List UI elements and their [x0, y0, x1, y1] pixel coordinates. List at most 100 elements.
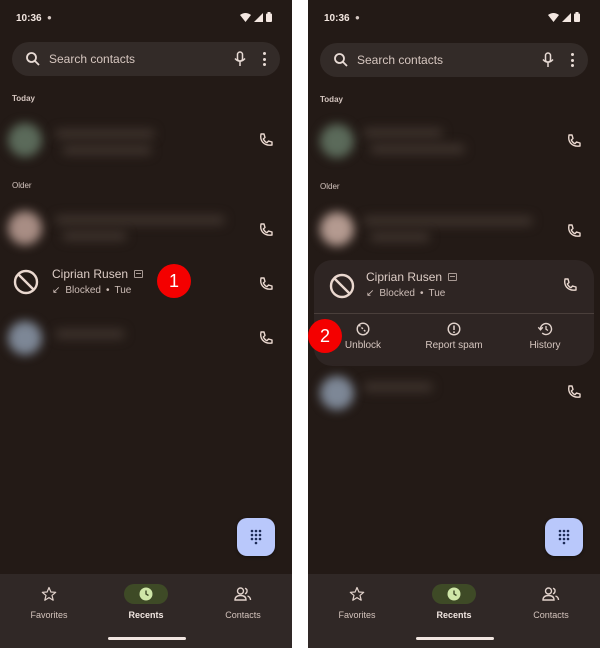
signal-icon: [562, 12, 571, 22]
avatar: [320, 124, 354, 158]
report-spam-icon: [447, 322, 461, 336]
nav-label: Recents: [436, 610, 472, 620]
phone-icon[interactable]: [258, 132, 274, 148]
home-indicator[interactable]: [416, 637, 494, 640]
search-icon: [334, 53, 348, 67]
redacted-name: [363, 216, 533, 226]
nav-contacts[interactable]: Contacts: [506, 584, 596, 620]
separator: •: [419, 288, 424, 299]
voice-search-icon[interactable]: [540, 52, 556, 68]
bottom-navigation: Favorites Recents Contacts: [0, 574, 292, 648]
phone-icon[interactable]: [258, 330, 274, 346]
status-bar: 10:36 ●: [324, 12, 580, 26]
section-today: Today: [12, 94, 35, 103]
nav-recents[interactable]: Recents: [101, 584, 191, 620]
sim-icon: [134, 270, 144, 278]
call-log-row-blocked[interactable]: Ciprian Rusen ↙ Blocked • Tue: [0, 258, 292, 308]
status-time: 10:36: [16, 13, 42, 24]
contacts-icon: [234, 587, 252, 601]
nav-favorites[interactable]: Favorites: [312, 584, 402, 620]
star-icon: [41, 586, 57, 601]
phone-screen-right: 10:36 ● Search contacts Today Older Cipr…: [308, 0, 600, 648]
signal-icon: [254, 12, 263, 22]
contact-name: Ciprian Rusen: [366, 270, 443, 284]
redacted-name: [55, 215, 225, 225]
phone-screen-left: 10:36 ● Search contacts Today Older Cipr…: [0, 0, 292, 648]
dialpad-icon: [250, 529, 262, 545]
avatar: [8, 211, 42, 245]
blocked-icon: [13, 269, 39, 295]
section-older: Older: [12, 181, 32, 190]
status-bar: 10:36 ●: [16, 12, 272, 26]
more-options-icon[interactable]: [262, 52, 266, 66]
nav-contacts[interactable]: Contacts: [198, 584, 288, 620]
nav-label: Recents: [128, 610, 164, 620]
search-input[interactable]: Search contacts: [49, 52, 232, 66]
redacted-details: [370, 232, 430, 242]
avatar: [320, 212, 354, 246]
unblock-icon: [356, 322, 370, 336]
call-day: Tue: [114, 285, 132, 296]
search-bar[interactable]: Search contacts: [12, 42, 280, 76]
redacted-name: [363, 128, 443, 138]
expanded-call-card: Ciprian Rusen ↙ Blocked • Tue Unblock Re…: [314, 260, 594, 366]
redacted-details: [62, 145, 152, 155]
action-label: Report spam: [425, 340, 483, 351]
call-status: Blocked: [379, 288, 415, 299]
phone-icon[interactable]: [566, 133, 582, 149]
dialpad-button[interactable]: [545, 518, 583, 556]
redacted-details: [370, 144, 465, 154]
action-label: Unblock: [344, 340, 382, 351]
dialpad-icon: [558, 529, 570, 545]
history-button[interactable]: History: [500, 322, 590, 351]
nav-favorites[interactable]: Favorites: [4, 584, 94, 620]
call-log-row[interactable]: [0, 115, 292, 165]
card-divider: [314, 313, 594, 314]
separator: •: [105, 285, 110, 296]
phone-icon[interactable]: [258, 276, 274, 292]
search-icon: [26, 52, 40, 66]
search-input[interactable]: Search contacts: [357, 53, 540, 67]
call-log-row[interactable]: [0, 313, 292, 363]
history-icon: [537, 322, 553, 336]
mic-status-icon: ●: [355, 13, 360, 22]
redacted-details: [62, 231, 127, 241]
nav-recents[interactable]: Recents: [409, 584, 499, 620]
redacted-name: [363, 382, 433, 392]
nav-label: Favorites: [338, 610, 376, 620]
mic-status-icon: ●: [47, 13, 52, 22]
call-day: Tue: [428, 288, 446, 299]
phone-icon[interactable]: [258, 222, 274, 238]
star-icon: [349, 586, 365, 601]
dialpad-button[interactable]: [237, 518, 275, 556]
blocked-icon: [329, 273, 355, 299]
clock-icon: [447, 587, 461, 601]
phone-icon[interactable]: [562, 277, 578, 293]
battery-icon: [266, 12, 272, 22]
call-log-row[interactable]: [0, 203, 292, 253]
report-spam-button[interactable]: Report spam: [409, 322, 499, 351]
step-marker-1: 1: [157, 264, 191, 298]
more-options-icon[interactable]: [570, 53, 574, 67]
nav-label: Contacts: [225, 610, 261, 620]
phone-icon[interactable]: [566, 223, 582, 239]
contacts-icon: [542, 587, 560, 601]
call-log-row[interactable]: [308, 204, 600, 254]
call-log-row[interactable]: [308, 368, 600, 418]
clock-icon: [139, 587, 153, 601]
home-indicator[interactable]: [108, 637, 186, 640]
phone-icon[interactable]: [566, 384, 582, 400]
wifi-icon: [548, 12, 559, 22]
call-log-row[interactable]: [308, 116, 600, 166]
nav-label: Favorites: [30, 610, 68, 620]
voice-search-icon[interactable]: [232, 51, 248, 67]
wifi-icon: [240, 12, 251, 22]
nav-label: Contacts: [533, 610, 569, 620]
avatar: [8, 123, 42, 157]
incoming-call-icon: ↙: [52, 285, 61, 296]
redacted-name: [55, 129, 155, 139]
section-older: Older: [320, 182, 340, 191]
step-marker-2: 2: [308, 319, 342, 353]
call-status: Blocked: [65, 285, 101, 296]
search-bar[interactable]: Search contacts: [320, 43, 588, 77]
